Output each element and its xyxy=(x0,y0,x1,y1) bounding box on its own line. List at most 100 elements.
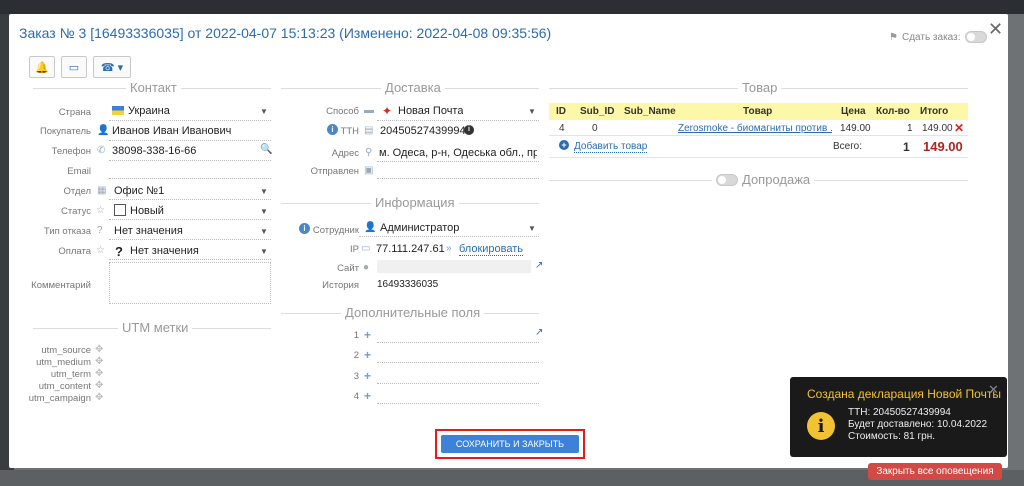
col-id: ID xyxy=(556,106,566,117)
window-icon[interactable]: ▭ xyxy=(61,56,87,78)
status-label: Статус xyxy=(60,206,91,217)
nova-poshta-icon: ✦ xyxy=(382,104,393,118)
site-label: Сайт xyxy=(337,263,359,274)
payment-value[interactable]: Нет значения xyxy=(130,245,199,257)
total-sum: 149.00 xyxy=(923,139,963,154)
delivery-method-value[interactable]: Новая Почта xyxy=(398,105,463,117)
chevron-down-icon[interactable]: ▼ xyxy=(528,224,536,233)
ip-value: 77.111.247.61 xyxy=(376,243,445,255)
country-value[interactable]: Украина xyxy=(128,105,170,117)
info-icon: i xyxy=(807,412,835,440)
close-icon[interactable]: ✕ xyxy=(988,20,1003,38)
move-icon[interactable]: ✥ xyxy=(95,392,103,403)
move-icon[interactable]: ✥ xyxy=(95,344,103,355)
monitor-icon: ▭ xyxy=(361,243,371,254)
delivery-section-title: Доставка xyxy=(381,80,445,95)
utm-medium-label: utm_medium xyxy=(36,357,91,368)
close-icon[interactable]: ✕ xyxy=(988,382,999,398)
extra-field-4-label: 4 xyxy=(353,391,359,402)
buyer-value[interactable]: Иванов Иван Иванович xyxy=(112,125,231,137)
product-link[interactable]: Zerosmoke - биомагниты против ... xyxy=(678,123,832,134)
toast-line-cost: Стоимость: 81 грн. xyxy=(848,431,936,442)
email-label: Email xyxy=(67,166,91,177)
comment-label: Комментарий xyxy=(31,280,91,291)
contact-section-title: Контакт xyxy=(126,80,181,95)
save-and-close-button[interactable]: СОХРАНИТЬ И ЗАКРЫТЬ xyxy=(441,435,579,453)
plus-icon[interactable]: + xyxy=(364,348,371,362)
toast-line-delivery: Будет доставлено: 10.04.2022 xyxy=(848,419,988,430)
ttn-info-icon[interactable]: i xyxy=(464,125,474,135)
utm-campaign-label: utm_campaign xyxy=(28,393,91,404)
employee-value[interactable]: Администратор xyxy=(380,222,459,234)
col-sub-id: Sub_ID xyxy=(580,106,615,117)
chevron-down-icon[interactable]: ▼ xyxy=(528,107,536,116)
bell-icon[interactable]: 🔔 xyxy=(29,56,55,78)
address-value[interactable]: м. Одеса, р-н, Одеська обл., про xyxy=(379,147,537,159)
move-icon[interactable]: ✥ xyxy=(95,356,103,367)
add-product-link[interactable]: Добавить товар xyxy=(574,141,648,153)
external-link-icon[interactable]: ↗ xyxy=(535,327,543,338)
chevron-down-icon[interactable]: ▼ xyxy=(260,187,268,196)
row-qty[interactable]: 1 xyxy=(907,123,913,134)
payment-label: Оплата xyxy=(58,246,91,257)
extra-field-2-label: 2 xyxy=(353,350,359,361)
map-marker-icon: ⚲ xyxy=(365,147,373,158)
double-chevron-icon: » xyxy=(446,243,452,254)
goods-section-title: Товар xyxy=(738,80,782,95)
row-total: 149.00 xyxy=(922,123,953,134)
comment-textarea[interactable] xyxy=(109,262,271,304)
ukraine-flag-icon xyxy=(112,106,124,115)
total-qty: 1 xyxy=(903,140,910,154)
extra-field-3-label: 3 xyxy=(353,371,359,382)
move-icon[interactable]: ✥ xyxy=(95,380,103,391)
history-value[interactable]: 16493336035 xyxy=(377,279,438,290)
country-label: Страна xyxy=(58,107,91,118)
chevron-down-icon[interactable]: ▼ xyxy=(260,207,268,216)
row-price: 149.00 xyxy=(840,123,871,134)
phone-icon[interactable]: ☎ ▾ xyxy=(93,56,131,78)
upsell-toggle[interactable] xyxy=(716,173,738,186)
flag-icon: ⚑ xyxy=(889,31,898,43)
employee-label: Сотрудник xyxy=(312,225,359,236)
external-link-icon[interactable]: ↗ xyxy=(535,260,543,271)
chevron-down-icon[interactable]: ▼ xyxy=(260,247,268,256)
ttn-value[interactable]: 20450527439994 xyxy=(380,125,466,137)
search-icon[interactable]: 🔍 xyxy=(260,144,272,155)
reject-type-value[interactable]: Нет значения xyxy=(114,225,183,237)
plus-icon[interactable]: + xyxy=(364,328,371,342)
question-icon: ? xyxy=(97,225,103,236)
share-order[interactable]: ⚑ Сдать заказ: xyxy=(889,31,987,43)
col-product: Товар xyxy=(743,106,773,117)
dept-value[interactable]: Офис №1 xyxy=(114,185,164,197)
col-sub-name: Sub_Name xyxy=(624,106,676,117)
move-icon[interactable]: ✥ xyxy=(95,368,103,379)
chevron-down-icon[interactable]: ▼ xyxy=(260,107,268,116)
share-order-toggle[interactable] xyxy=(964,31,987,43)
notification-toast: Создана декларация Новой Почты ✕ i ТТН: … xyxy=(790,377,1007,457)
truck-icon: ▬ xyxy=(364,105,374,116)
total-label: Всего: xyxy=(833,141,862,152)
person-icon: 👤 xyxy=(364,222,377,233)
dept-label: Отдел xyxy=(63,186,91,197)
phone-value[interactable]: 38098-338-16-66 xyxy=(112,145,196,157)
globe-icon: ● xyxy=(363,262,370,273)
toast-title: Создана декларация Новой Почты xyxy=(807,387,1001,401)
save-highlight: СОХРАНИТЬ И ЗАКРЫТЬ xyxy=(435,429,585,459)
close-all-notifications-button[interactable]: Закрыть все оповещения xyxy=(868,463,1002,480)
block-ip-link[interactable]: блокировать xyxy=(459,243,524,256)
phone-small-icon: ✆ xyxy=(97,145,106,156)
extra-field-1-label: 1 xyxy=(353,330,359,341)
ip-label: IP xyxy=(350,244,359,255)
status-value[interactable]: Новый xyxy=(130,205,164,217)
chevron-down-icon[interactable]: ▼ xyxy=(260,227,268,236)
calendar-icon[interactable]: ▣ xyxy=(364,165,373,176)
background-topbar xyxy=(0,0,1024,14)
info-section-title: Информация xyxy=(371,195,459,210)
add-icon[interactable]: + xyxy=(559,140,569,150)
utm-section-title: UTM метки xyxy=(118,320,193,335)
plus-icon[interactable]: + xyxy=(364,369,371,383)
delete-icon[interactable]: ✕ xyxy=(954,121,964,135)
history-label: История xyxy=(322,280,359,291)
plus-icon[interactable]: + xyxy=(364,389,371,403)
buyer-label: Покупатель xyxy=(39,126,91,137)
